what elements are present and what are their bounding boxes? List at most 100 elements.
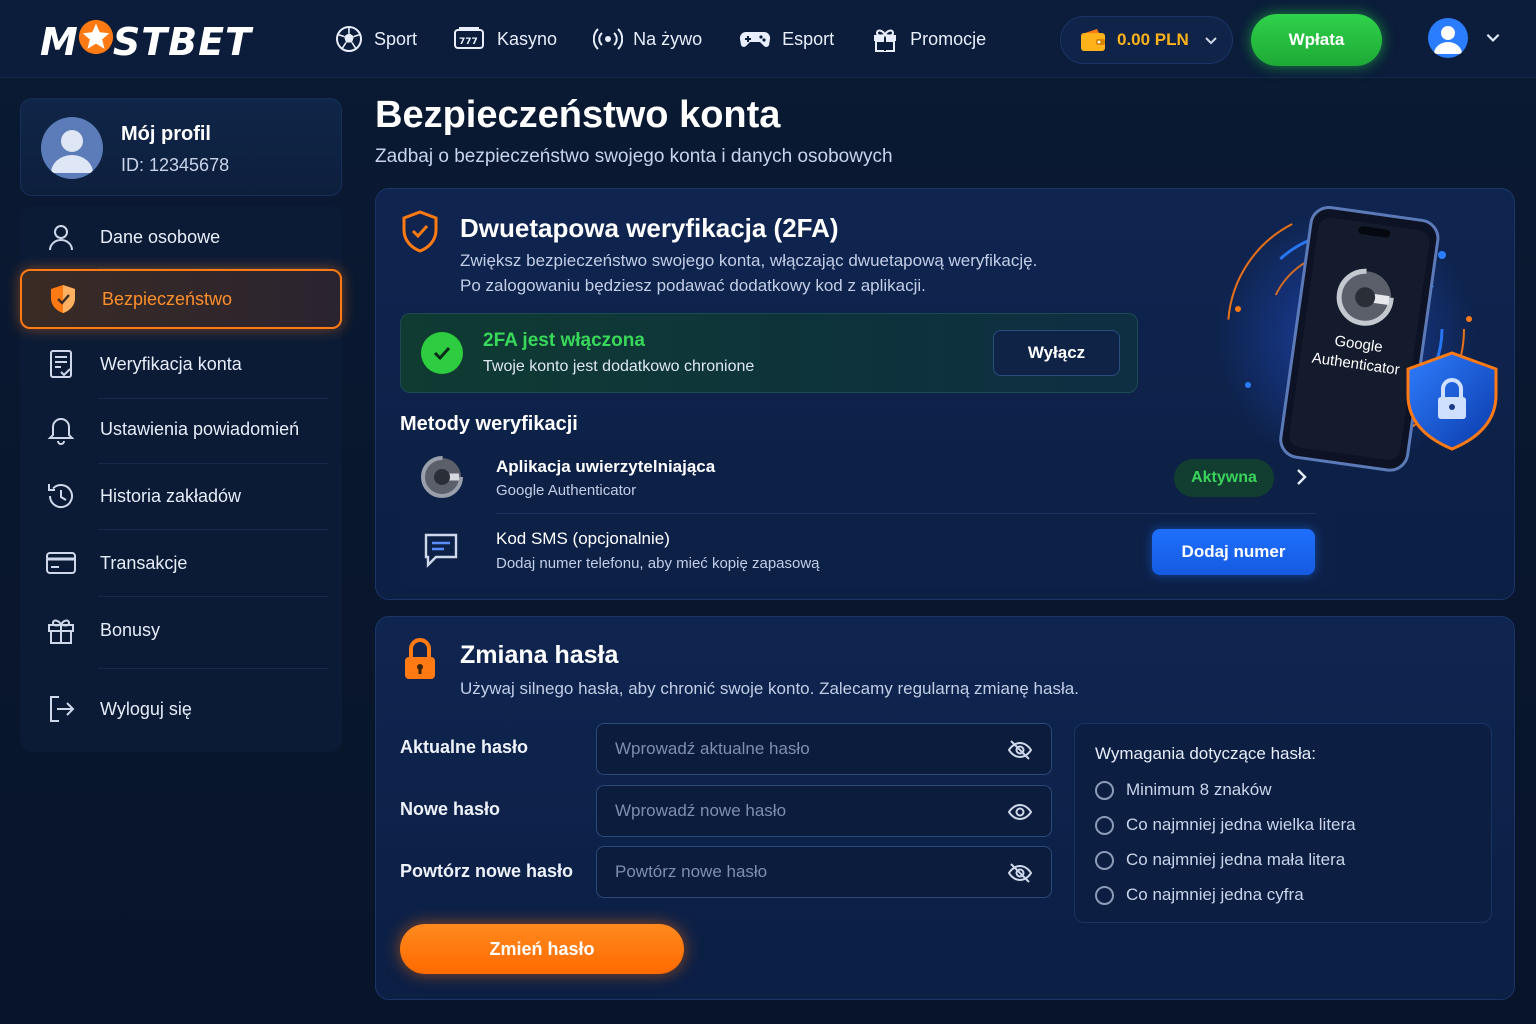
credit-card-icon [44,546,78,580]
sidebar-menu: Dane osobowe Bezpieczeństwo Weryfikacja … [20,206,342,752]
profile-avatar [41,117,103,179]
requirement-item: Co najmniej jedna cyfra [1095,885,1304,905]
new-password-label: Nowe hasło [400,799,501,819]
radio-circle-icon [1095,885,1114,905]
live-broadcast-icon [593,28,624,50]
method-subtitle: Google Authenticator [496,482,637,499]
sidebar-item-label: Wyloguj się [100,698,192,719]
slot-machine-icon: 777 [454,27,485,49]
new-password-input[interactable] [615,801,985,821]
sidebar-item-personal-data[interactable]: Dane osobowe [20,207,342,267]
requirement-text: Co najmniej jedna wielka litera [1126,815,1356,834]
logo-text-left: M [40,19,79,64]
nav-live[interactable]: Na żywo [593,24,702,54]
document-check-icon [44,347,78,381]
mostbet-logo[interactable]: M STBET [40,18,252,65]
eye-off-icon[interactable] [1007,860,1033,886]
nav-esport[interactable]: Esport [738,24,834,54]
requirements-title: Wymagania dotyczące hasła: [1095,744,1316,763]
sidebar-item-transactions[interactable]: Transakcje [20,533,342,593]
sidebar-item-label: Historia zakładów [100,485,242,506]
requirement-item: Co najmniej jedna wielka litera [1095,815,1356,835]
new-password-field[interactable] [596,785,1052,837]
twofa-desc-line1: Zwiększ bezpieczeństwo swojego konta, wł… [460,251,1038,270]
repeat-password-field[interactable] [596,846,1052,898]
divider [98,529,328,530]
radio-circle-icon [1095,780,1114,800]
twofa-title: Dwuetapowa weryfikacja (2FA) [460,213,839,243]
requirement-text: Co najmniej jedna mała litera [1126,850,1346,869]
divider [98,596,328,597]
method-sms-row: Kod SMS (opcjonalnie) Dodaj numer telefo… [400,515,1336,587]
shield-check-icon [402,210,438,253]
divider [496,513,1316,514]
shield-icon [46,282,80,316]
methods-title: Metody weryfikacji [400,413,578,435]
sidebar-item-label: Ustawienia powiadomień [100,418,300,439]
twofa-status-subtitle: Twoje konto jest dodatkowo chronione [483,358,755,375]
nav-promocje[interactable]: Promocje [870,24,986,54]
method-title: Kod SMS (opcjonalnie) [496,529,670,549]
wallet-icon [1081,29,1105,51]
logo-star-icon [77,18,115,65]
divider [98,463,328,464]
sidebar-item-bet-history[interactable]: Historia zakładów [20,466,342,526]
current-password-label: Aktualne hasło [400,737,529,757]
add-phone-number-button[interactable]: Dodaj numer [1152,529,1315,575]
main-nav: Sport 777 Kasyno Na żywo Esport Promocje [334,0,1022,78]
requirement-item: Minimum 8 znaków [1095,780,1272,800]
profile-card[interactable]: Mój profil ID: 12345678 [20,98,342,196]
logo-text-right: STBET [112,19,252,64]
change-password-button[interactable]: Zmień hasło [400,924,684,974]
svg-text:777: 777 [459,37,478,47]
gamepad-icon [740,31,771,47]
sidebar-item-logout[interactable]: Wyloguj się [20,679,342,739]
disable-2fa-button[interactable]: Wyłącz [993,330,1120,376]
profile-id: ID: 12345678 [121,155,230,175]
nav-kasyno-label: Kasyno [497,28,558,49]
gift-icon [874,29,897,52]
user-icon [44,220,78,254]
current-password-input[interactable] [615,739,985,759]
twofa-status-title: 2FA jest włączona [483,330,645,351]
repeat-password-input[interactable] [615,862,985,882]
sidebar-item-account-verification[interactable]: Weryfikacja konta [20,334,342,394]
twofa-card: Dwuetapowa weryfikacja (2FA) Zwiększ bez… [375,188,1515,600]
radio-circle-icon [1095,850,1114,870]
soccer-ball-icon [336,26,362,52]
requirement-text: Minimum 8 znaków [1126,780,1272,799]
top-header: M STBET Sport 777 Kasyno Na żywo Esport … [0,0,1536,78]
sidebar-item-label: Dane osobowe [100,226,221,247]
method-title-main: Kod SMS [496,529,568,548]
repeat-password-label: Powtórz nowe hasło [400,861,574,881]
sms-message-icon [424,533,458,568]
sidebar-item-security[interactable]: Bezpieczeństwo [20,269,342,329]
method-title-optional: (opcjonalnie) [567,529,670,548]
phone-authenticator-illustration: Google Authenticator [1216,205,1498,472]
account-chevron-down-icon[interactable] [1484,28,1502,46]
divider [98,668,328,669]
eye-off-icon[interactable] [1007,737,1033,763]
balance-amount: 0.00 PLN [1117,30,1189,49]
balance-dropdown[interactable]: 0.00 PLN [1060,16,1233,64]
nav-sport[interactable]: Sport [334,24,417,54]
twofa-desc-line2: Po zalogowaniu będziesz podawać dodatkow… [460,276,926,295]
sidebar-item-label: Transakcje [100,552,188,573]
sidebar-item-label: Weryfikacja konta [100,353,242,374]
check-circle-icon [421,332,463,374]
logout-icon [44,692,78,726]
sidebar-item-bonuses[interactable]: Bonusy [20,600,342,660]
user-avatar-icon[interactable] [1428,18,1468,58]
nav-promocje-label: Promocje [910,28,987,49]
nav-sport-label: Sport [374,28,418,49]
lock-icon [405,638,435,679]
chevron-down-icon [1205,37,1217,45]
deposit-button[interactable]: Wpłata [1251,14,1382,66]
nav-kasyno[interactable]: 777 Kasyno [453,24,557,54]
nav-live-label: Na żywo [633,28,703,49]
bell-icon [44,412,78,446]
current-password-field[interactable] [596,723,1052,775]
eye-icon[interactable] [1007,799,1033,825]
method-subtitle: Dodaj numer telefonu, aby mieć kopię zap… [496,555,820,572]
sidebar-item-notifications[interactable]: Ustawienia powiadomień [20,399,342,459]
